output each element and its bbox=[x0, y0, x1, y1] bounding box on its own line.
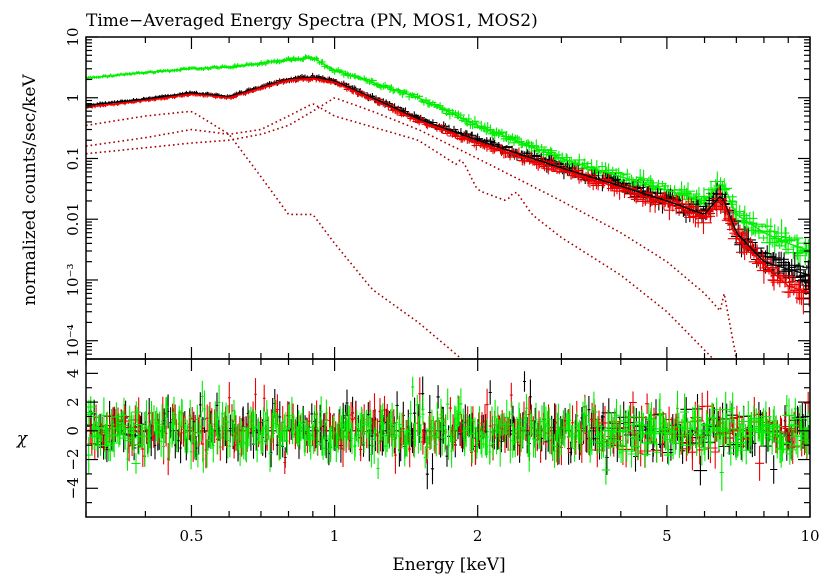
x-tick-label: 0.5 bbox=[180, 527, 204, 545]
residual-tick-label: −2 bbox=[64, 448, 82, 470]
residual-axis-label: χ bbox=[16, 429, 29, 449]
x-tick-label: 5 bbox=[662, 527, 672, 545]
residual-tick-label: 4 bbox=[64, 369, 82, 379]
spectrum-plot-area bbox=[86, 54, 810, 359]
residual-plot-area bbox=[86, 371, 810, 492]
spectrum-figure: Time−Averaged Energy Spectra (PN, MOS1, … bbox=[16, 11, 820, 575]
spectrum-points bbox=[86, 72, 810, 293]
residual-tick-label: 0 bbox=[64, 426, 82, 436]
x-tick-label: 2 bbox=[473, 527, 483, 545]
residual-series-3 bbox=[86, 376, 810, 492]
residual-tick-label: 2 bbox=[64, 397, 82, 407]
y-tick-label: 10⁻⁴ bbox=[64, 324, 82, 357]
y-tick-label: 0.1 bbox=[64, 147, 82, 171]
spectrum-points bbox=[86, 54, 810, 268]
residual-points bbox=[86, 376, 810, 492]
chart-title: Time−Averaged Energy Spectra (PN, MOS1, … bbox=[86, 11, 538, 31]
x-tick-label: 1 bbox=[330, 527, 340, 545]
model-fit-line-1 bbox=[86, 56, 810, 252]
x-axis-label: Energy [keV] bbox=[392, 555, 505, 575]
x-tick-label: 10 bbox=[800, 527, 819, 545]
model-component-3 bbox=[86, 97, 738, 359]
y-tick-label: 1 bbox=[64, 93, 82, 103]
y-tick-label: 10 bbox=[64, 27, 82, 46]
residual-tick-label: −4 bbox=[64, 477, 82, 499]
model-component-1 bbox=[86, 110, 463, 359]
model-fit-line-2 bbox=[86, 76, 810, 276]
y-tick-label: 10⁻³ bbox=[64, 263, 82, 296]
y-axis-label: normalized counts/sec/keV bbox=[20, 74, 40, 306]
spectrum-series-2 bbox=[86, 72, 810, 293]
model-component-2 bbox=[86, 103, 715, 359]
y-tick-label: 0.01 bbox=[64, 202, 82, 235]
spectrum-series-1 bbox=[86, 54, 810, 268]
